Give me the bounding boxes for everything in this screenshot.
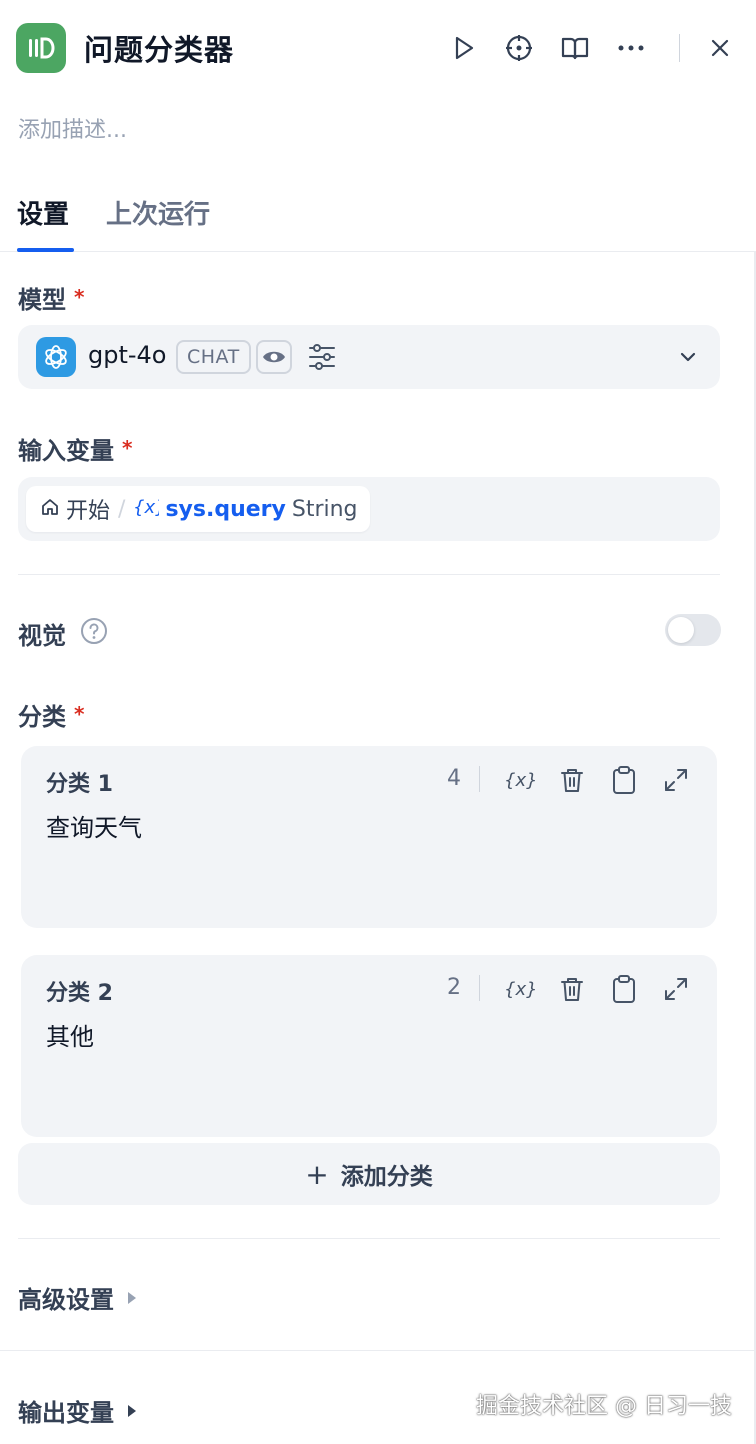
classes-label: 分类 * <box>18 702 85 731</box>
required-mark: * <box>74 285 85 309</box>
chevron-down-icon <box>676 345 700 369</box>
svg-text:{x}: {x} <box>504 770 537 791</box>
expand-icon[interactable] <box>658 971 694 1007</box>
section-divider <box>18 1238 720 1239</box>
class-title: 分类 2 <box>46 981 113 1006</box>
model-label: 模型 * <box>18 285 85 314</box>
variable-node-name: 开始 <box>66 499 111 524</box>
header-divider <box>679 34 680 62</box>
class-title: 分类 1 <box>46 772 113 797</box>
model-mode-badge: CHAT <box>176 340 251 374</box>
home-icon <box>40 497 60 521</box>
card-separator <box>479 975 480 1001</box>
tab-last-run[interactable]: 上次运行 <box>106 194 210 231</box>
watermark: 掘金技术社区 @ 日习一技 <box>476 1394 732 1419</box>
openai-icon <box>36 337 76 377</box>
vision-toggle[interactable] <box>665 614 721 646</box>
class-item: 分类 1 4 {x} 查询天气 <box>21 746 717 928</box>
section-divider <box>0 1350 756 1351</box>
required-mark: * <box>122 436 133 460</box>
node-settings-panel: 问题分类器 添加描述... 设置 上次运行 模型 * gpt-4o CHAT 输… <box>0 0 756 1444</box>
model-name: gpt-4o <box>88 341 167 369</box>
header-actions <box>427 22 740 74</box>
variable-icon: {x} <box>133 496 167 522</box>
variable-separator: / <box>118 496 126 522</box>
trash-icon[interactable] <box>554 762 590 798</box>
play-icon[interactable] <box>443 28 483 68</box>
variable-name: sys.query <box>165 496 286 522</box>
class-text-input[interactable]: 其他 <box>46 1017 94 1052</box>
help-icon[interactable] <box>80 617 108 645</box>
expand-icon[interactable] <box>658 762 694 798</box>
copy-icon[interactable] <box>606 762 642 798</box>
output-variables-label: 输出变量 <box>18 1399 114 1427</box>
insert-variable-icon[interactable]: {x} <box>502 762 538 798</box>
active-tab-indicator <box>17 248 74 252</box>
variable-chip[interactable]: 开始 / {x} sys.query String <box>26 486 370 532</box>
trash-icon[interactable] <box>554 971 590 1007</box>
input-variable-label: 输入变量 * <box>18 436 133 465</box>
model-params-icon[interactable] <box>306 341 338 373</box>
card-separator <box>479 766 480 792</box>
advanced-settings-label: 高级设置 <box>18 1286 114 1314</box>
more-icon[interactable] <box>611 28 651 68</box>
book-icon[interactable] <box>555 28 595 68</box>
class-char-count: 2 <box>447 975 461 1000</box>
close-icon[interactable] <box>700 28 740 68</box>
plus-icon: + <box>305 1157 329 1191</box>
tab-settings[interactable]: 设置 <box>17 194 69 231</box>
section-divider <box>18 574 720 575</box>
class-char-count: 4 <box>447 766 461 791</box>
input-variable-field: 开始 / {x} sys.query String <box>18 477 720 541</box>
vision-eye-icon <box>256 340 292 374</box>
output-variables-toggle[interactable]: 输出变量 <box>18 1393 136 1428</box>
svg-text:{x}: {x} <box>133 497 159 518</box>
class-text-input[interactable]: 查询天气 <box>46 808 142 843</box>
variable-type: String <box>291 496 358 522</box>
page-title: 问题分类器 <box>84 33 235 67</box>
panel-header: 问题分类器 <box>16 22 740 74</box>
insert-variable-icon[interactable]: {x} <box>502 971 538 1007</box>
required-mark: * <box>74 702 85 726</box>
add-class-button[interactable]: + 添加分类 <box>18 1143 720 1205</box>
description-input[interactable]: 添加描述... <box>18 112 127 144</box>
copy-icon[interactable] <box>606 971 642 1007</box>
tab-bar: 设置 上次运行 <box>0 186 756 252</box>
add-class-label: 添加分类 <box>340 1164 433 1190</box>
classifier-icon <box>16 23 66 73</box>
caret-right-icon <box>128 1291 136 1304</box>
svg-text:{x}: {x} <box>504 979 537 1000</box>
model-selector[interactable]: gpt-4o CHAT <box>18 325 720 389</box>
caret-right-icon <box>128 1404 136 1417</box>
advanced-settings-toggle[interactable]: 高级设置 <box>18 1280 136 1315</box>
class-item: 分类 2 2 {x} 其他 <box>21 955 717 1137</box>
vision-label: 视觉 <box>18 622 66 650</box>
crosshair-icon[interactable] <box>499 28 539 68</box>
toggle-knob <box>668 617 694 643</box>
